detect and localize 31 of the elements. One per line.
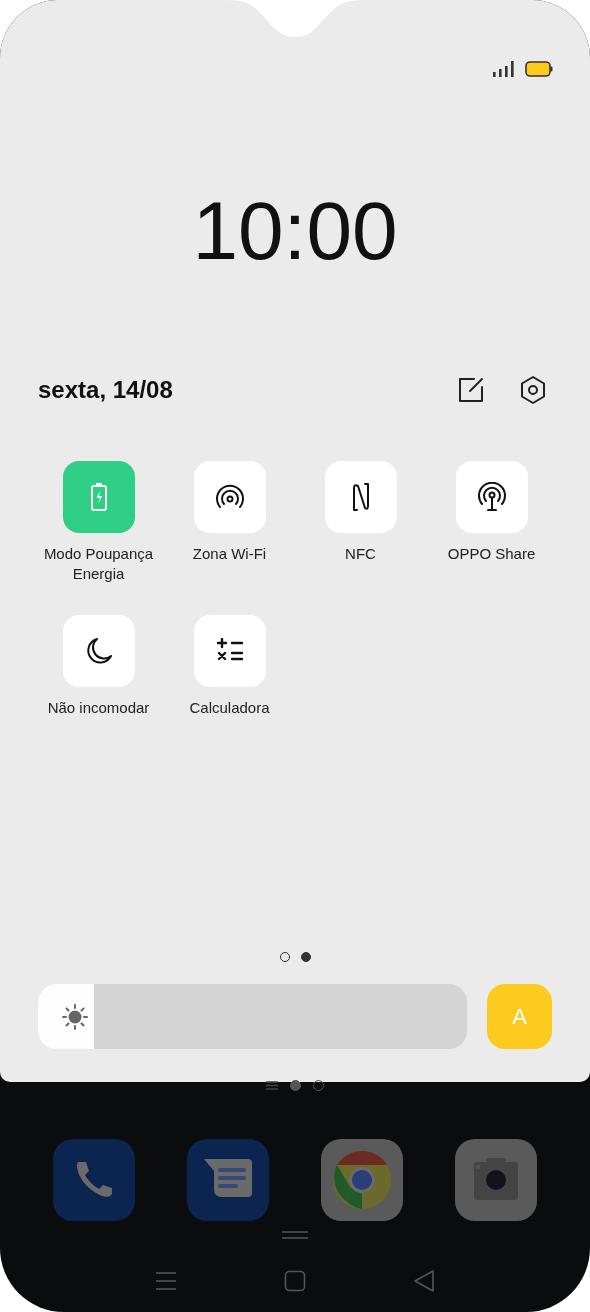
quick-setting-tile[interactable] <box>324 461 397 533</box>
antenna-icon <box>476 482 507 512</box>
list-icon <box>266 1080 278 1090</box>
home-button[interactable] <box>284 1270 306 1292</box>
quick-setting-tile[interactable] <box>455 461 528 533</box>
tile-label: Calculadora <box>188 698 271 718</box>
brightness-slider[interactable] <box>38 984 467 1049</box>
battery-icon <box>525 61 553 77</box>
clock: 10:00 <box>191 190 399 272</box>
browser-app-icon[interactable] <box>321 1139 403 1221</box>
quick-setting-tile[interactable] <box>193 615 266 687</box>
quick-setting-tile[interactable] <box>62 461 135 533</box>
sun-icon <box>62 1004 88 1030</box>
quick-setting-tile[interactable] <box>62 615 135 687</box>
camera-app-icon[interactable] <box>455 1139 537 1221</box>
auto-brightness-button[interactable]: A <box>487 984 552 1049</box>
tile-label: Não incomodar <box>46 698 151 718</box>
signal-icon <box>493 61 515 77</box>
messages-app-icon[interactable] <box>187 1139 269 1221</box>
quick-setting-tile[interactable] <box>193 461 266 533</box>
date: sexta, 14/08 <box>38 376 174 404</box>
menu-button[interactable] <box>155 1272 177 1290</box>
tile-label: Modo Poupança Energia <box>42 544 155 584</box>
battery-icon <box>89 482 108 512</box>
drawer-handle-icon <box>282 1231 308 1239</box>
phone-app-icon[interactable] <box>53 1139 135 1221</box>
hotspot-icon <box>214 484 245 510</box>
tile-label: Zona Wi-Fi <box>191 544 268 564</box>
tile-label: NFC <box>344 544 377 564</box>
back-button[interactable] <box>413 1269 435 1293</box>
tile-label: OPPO Share <box>446 544 537 564</box>
